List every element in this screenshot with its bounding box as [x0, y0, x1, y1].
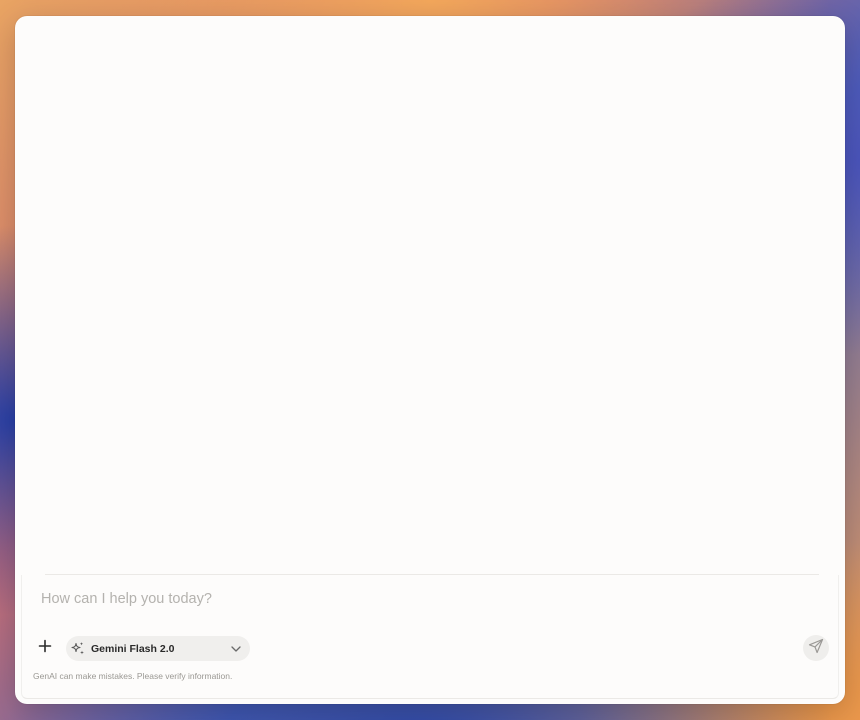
- sparkle-icon: [70, 641, 86, 657]
- add-attachment-button[interactable]: [35, 638, 55, 658]
- chevron-down-icon: [230, 642, 242, 654]
- send-icon: [808, 638, 824, 659]
- model-selector[interactable]: Gemini Flash 2.0: [66, 636, 250, 661]
- chat-window: Gemini Flash 2.0 GenAI can make mistakes…: [15, 16, 845, 704]
- plus-icon: [38, 639, 52, 658]
- prompt-input[interactable]: [41, 585, 801, 613]
- composer: Gemini Flash 2.0 GenAI can make mistakes…: [21, 575, 839, 699]
- chat-message-area: [15, 16, 845, 574]
- model-selector-label: Gemini Flash 2.0: [91, 642, 175, 655]
- disclaimer-text: GenAI can make mistakes. Please verify i…: [33, 671, 233, 681]
- send-button[interactable]: [803, 635, 829, 661]
